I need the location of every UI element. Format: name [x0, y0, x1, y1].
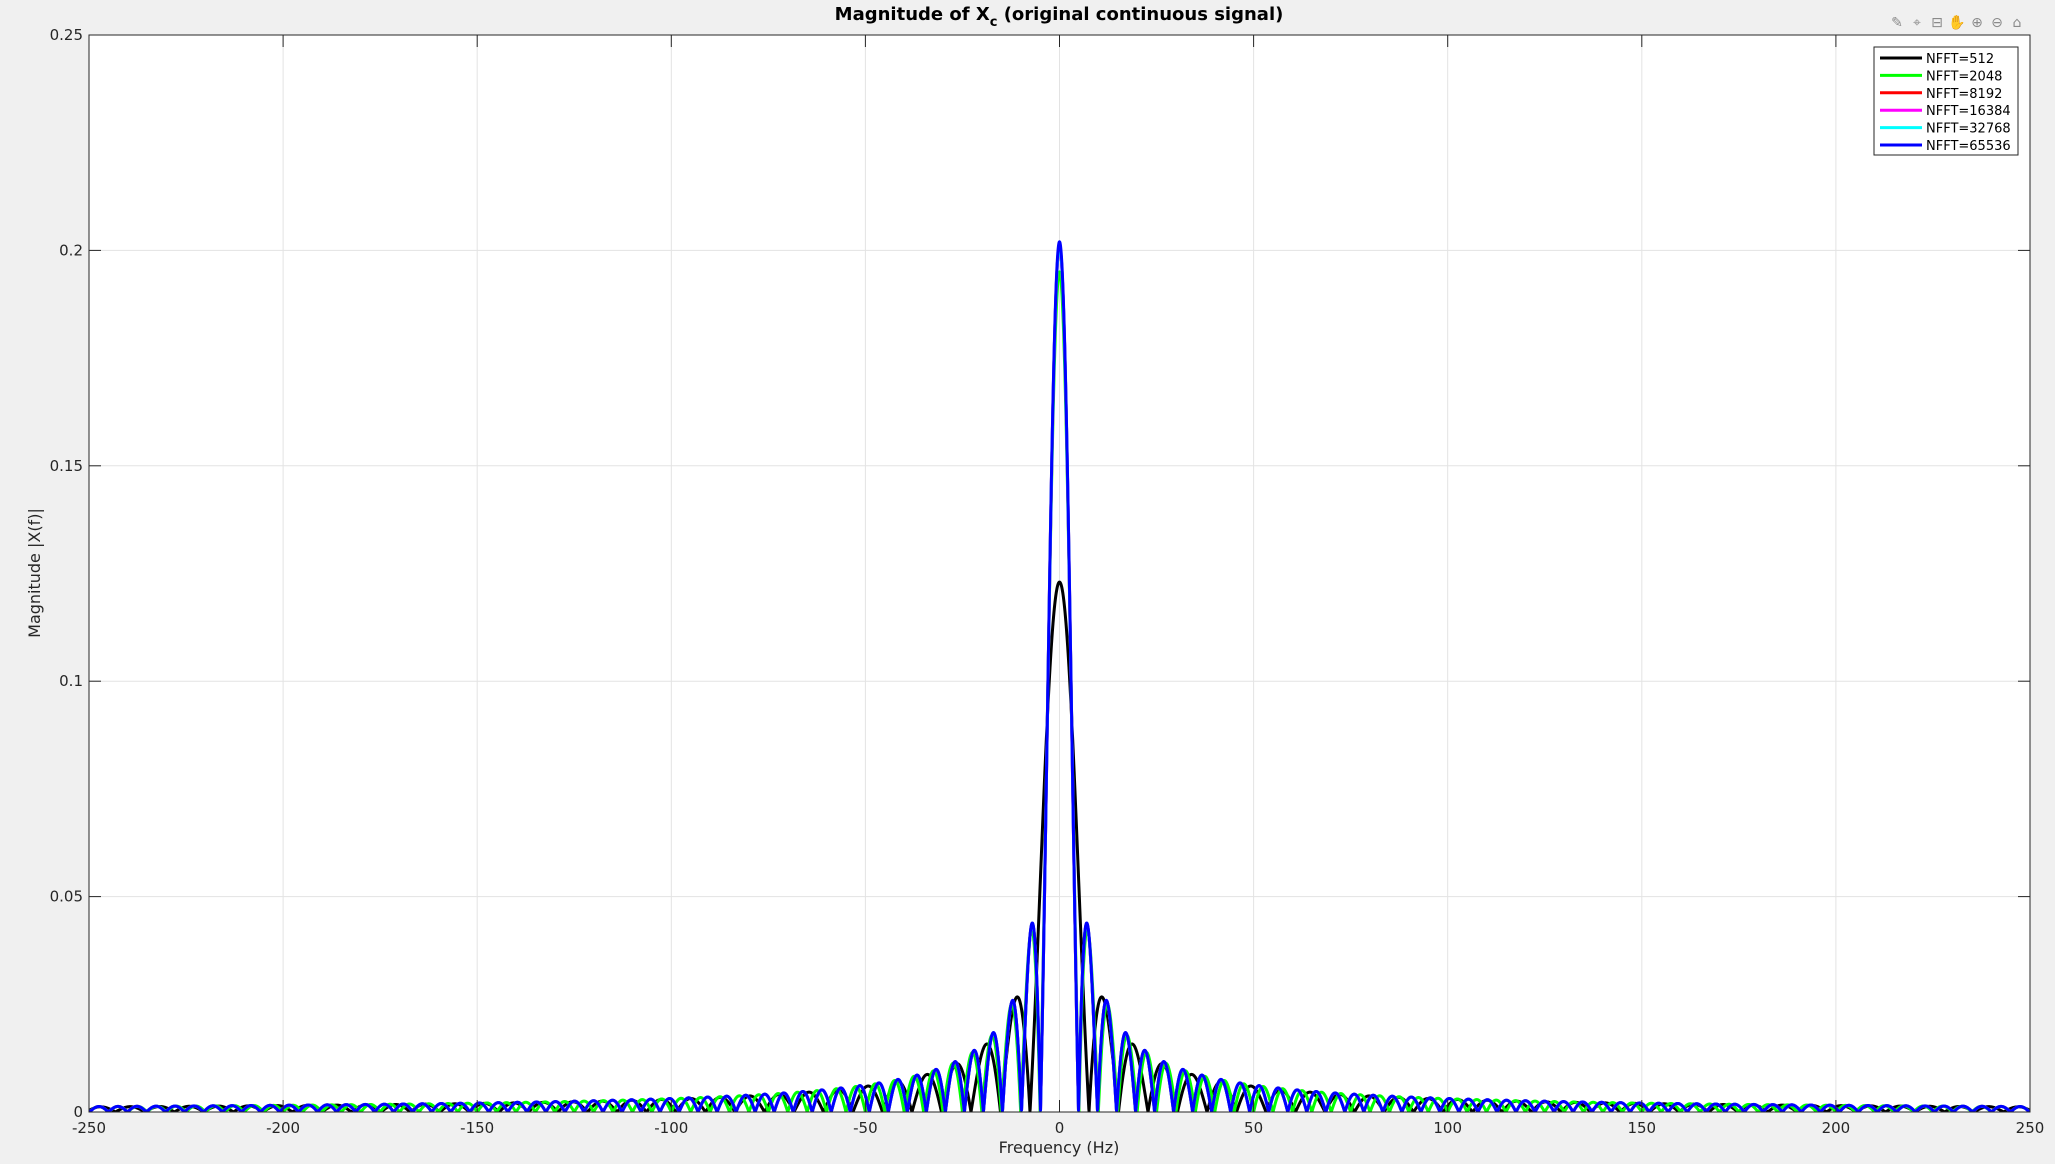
legend-entry: NFFT=16384: [1926, 104, 2011, 119]
y-tick-label: 0.05: [50, 888, 83, 906]
y-tick-label: 0.1: [59, 672, 83, 690]
y-tick-label: 0.25: [50, 26, 83, 44]
zoom-out-icon[interactable]: ⊖: [1988, 13, 2006, 33]
x-tick-label: -150: [460, 1119, 494, 1137]
export-icon[interactable]: ⊟: [1928, 13, 1946, 33]
chart-title-rest: (original continuous signal): [997, 4, 1283, 25]
axes-toolbar: ✎ ⌖ ⊟ ✋ ⊕ ⊖ ⌂: [1888, 12, 2026, 34]
home-icon[interactable]: ⌂: [2008, 13, 2026, 33]
x-tick-label: 150: [1627, 1119, 1656, 1137]
x-tick-label: 50: [1244, 1119, 1263, 1137]
chart-title-main: Magnitude of X: [835, 4, 990, 25]
pan-icon[interactable]: ✋: [1948, 13, 1966, 33]
datatip-icon[interactable]: ⌖: [1908, 13, 1926, 33]
legend-entry: NFFT=32768: [1926, 122, 2011, 137]
legend[interactable]: NFFT=512 NFFT=2048 NFFT=8192 NFFT=16384 NFFT…: [1873, 46, 2019, 156]
x-axis-label: Frequency (Hz): [999, 1138, 1120, 1157]
x-tick-label: -100: [654, 1119, 688, 1137]
x-tick-label: 0: [1055, 1119, 1065, 1137]
y-tick-label: 0.15: [50, 457, 83, 475]
zoom-in-icon[interactable]: ⊕: [1968, 13, 1986, 33]
chart-title: Magnitude of Xc (original continuous sig…: [835, 4, 1284, 30]
x-tick-label: 250: [2016, 1119, 2045, 1137]
legend-entry: NFFT=512: [1926, 52, 1994, 67]
legend-entry: NFFT=2048: [1926, 69, 2002, 84]
x-tick-label: -250: [72, 1119, 106, 1137]
magnitude-chart: -250 -200 -150 -100 -50 0 50 100 150 200 250 0 0.05 0…: [25, 4, 2045, 1157]
legend-entry: NFFT=8192: [1926, 87, 2002, 102]
brush-icon[interactable]: ✎: [1888, 13, 1906, 33]
x-tick-label: -50: [853, 1119, 878, 1137]
legend-entry: NFFT=65536: [1926, 139, 2011, 154]
figure-window: -250 -200 -150 -100 -50 0 50 100 150 200 250 0 0.05 0…: [0, 0, 2055, 1160]
x-tick-label: 200: [1822, 1119, 1851, 1137]
x-tick-label: -200: [266, 1119, 300, 1137]
y-axis-label: Magnitude |X(f)|: [25, 508, 44, 638]
x-tick-label: 100: [1433, 1119, 1462, 1137]
chart-title-subscript: c: [990, 15, 998, 30]
y-tick-label: 0.2: [59, 241, 83, 259]
y-tick-label: 0: [73, 1103, 83, 1121]
